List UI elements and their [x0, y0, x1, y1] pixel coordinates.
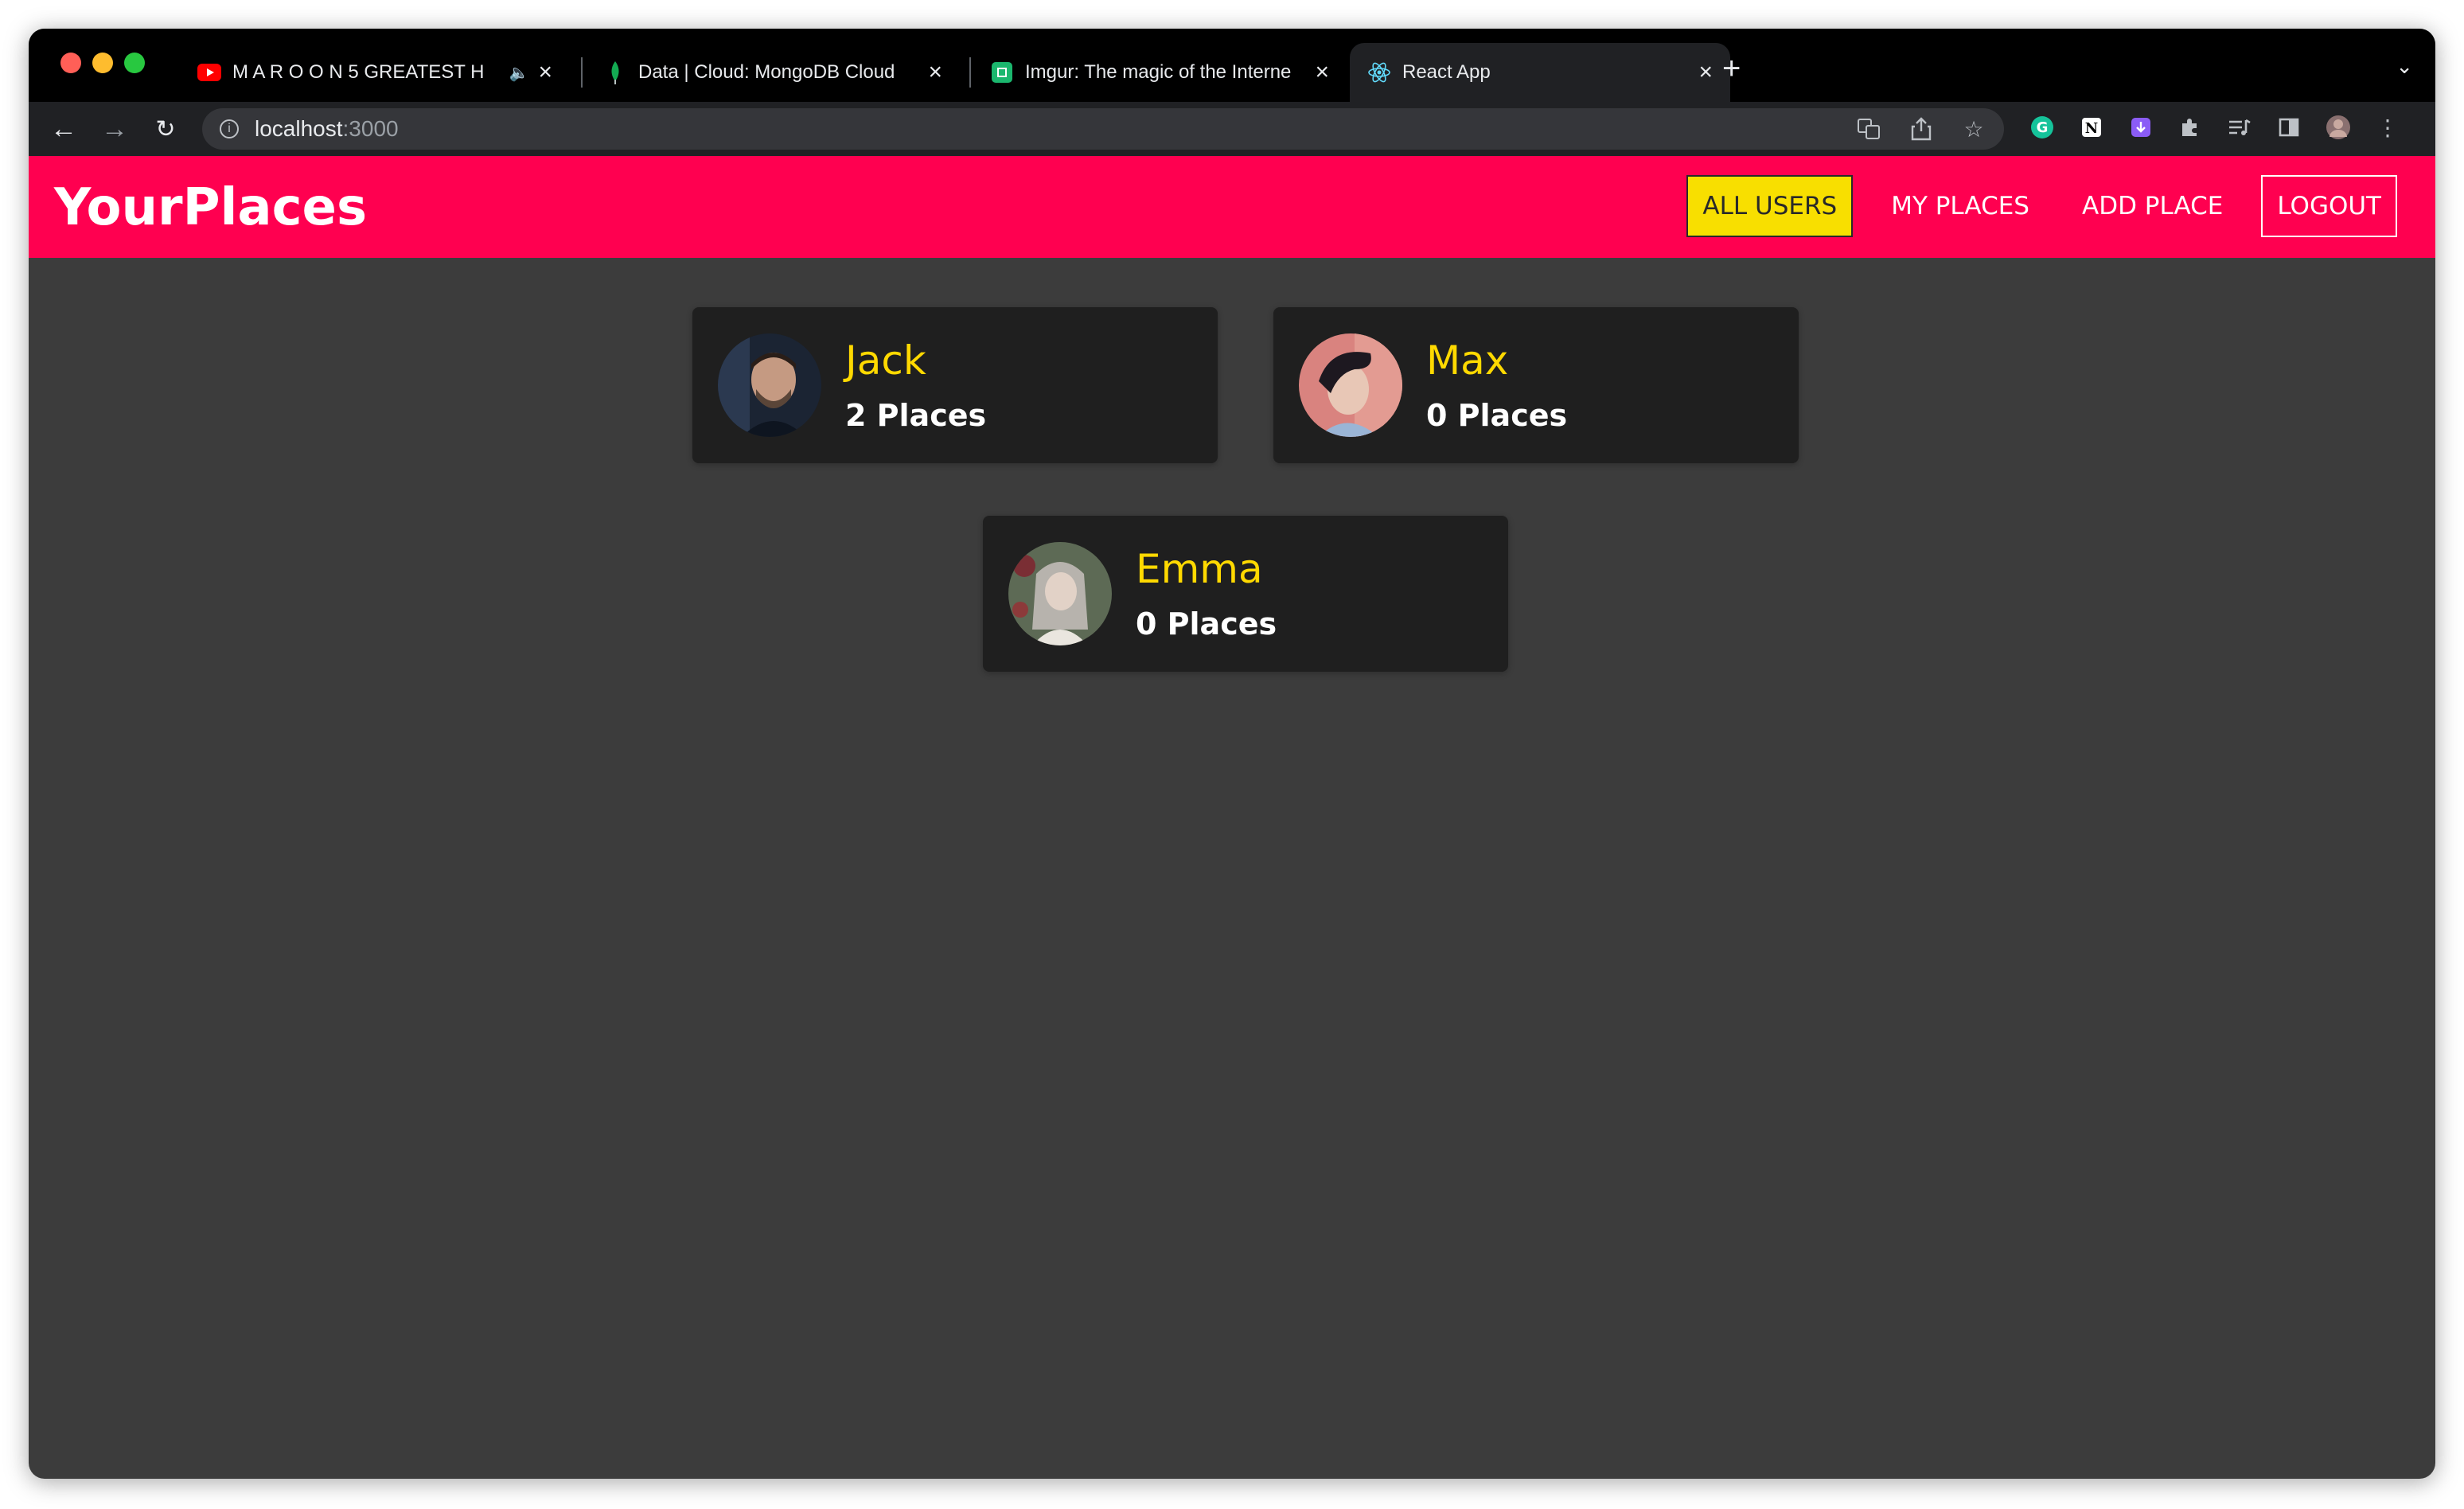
- svg-text:G: G: [2037, 119, 2049, 136]
- speaker-icon[interactable]: 🔈: [509, 63, 529, 83]
- nav-add-place[interactable]: ADD PLACE: [2068, 175, 2237, 237]
- close-icon[interactable]: ×: [1315, 59, 1329, 86]
- new-tab-plus-icon[interactable]: +: [1722, 51, 1741, 86]
- maximize-window-button[interactable]: [124, 53, 145, 73]
- profile-avatar-icon[interactable]: [2322, 111, 2354, 143]
- user-place-count: 2 Places: [845, 398, 987, 433]
- tab-mongodb[interactable]: Data | Cloud: MongoDB Cloud ×: [586, 43, 960, 102]
- user-card-max[interactable]: Max 0 Places: [1273, 307, 1799, 463]
- user-info: Max 0 Places: [1426, 337, 1567, 433]
- user-card-emma[interactable]: Emma 0 Places: [983, 516, 1508, 672]
- tab-separator: [969, 57, 971, 88]
- tab-youtube[interactable]: M A R O O N 5 GREATEST H 🔈 ×: [180, 43, 570, 102]
- address-bar[interactable]: i localhost:3000 ☆: [202, 108, 2004, 150]
- app-header: YourPlaces ALL USERS MY PLACES ADD PLACE…: [29, 156, 2435, 258]
- tab-strip: M A R O O N 5 GREATEST H 🔈 × Data | Clou…: [29, 29, 2435, 102]
- imgur-icon: [990, 60, 1014, 84]
- close-icon[interactable]: ×: [538, 59, 552, 86]
- url-port: :3000: [342, 116, 399, 141]
- tab-search-chevron-icon[interactable]: ⌄: [2396, 54, 2413, 79]
- back-arrow-icon[interactable]: ←: [46, 111, 81, 146]
- reading-list-icon[interactable]: [2224, 111, 2255, 143]
- svg-text:N: N: [2085, 120, 2098, 137]
- main-navigation: ALL USERS MY PLACES ADD PLACE LOGOUT: [1663, 175, 2397, 237]
- tab-separator: [581, 57, 583, 88]
- browser-toolbar: ← → ↻ i localhost:3000 ☆ G N ⋮: [29, 102, 2435, 156]
- notion-icon[interactable]: N: [2076, 111, 2107, 143]
- user-name: Max: [1426, 337, 1509, 384]
- tab-title: Imgur: The magic of the Interne: [1025, 61, 1292, 83]
- tab-title: Data | Cloud: MongoDB Cloud: [638, 61, 895, 83]
- close-window-button[interactable]: [60, 53, 81, 73]
- user-info: Jack 2 Places: [845, 337, 986, 433]
- app-logo[interactable]: YourPlaces: [54, 178, 367, 237]
- puzzle-extensions-icon[interactable]: [2174, 111, 2206, 143]
- translate-icon[interactable]: [1853, 113, 1885, 145]
- avatar: [1299, 333, 1402, 437]
- user-card-jack[interactable]: Jack 2 Places: [692, 307, 1218, 463]
- forward-arrow-icon[interactable]: →: [97, 111, 132, 146]
- avatar: [1008, 542, 1112, 645]
- close-icon[interactable]: ×: [928, 59, 942, 86]
- browser-window: M A R O O N 5 GREATEST H 🔈 × Data | Clou…: [29, 29, 2435, 1479]
- download-extension-icon[interactable]: [2125, 111, 2157, 143]
- url-text[interactable]: localhost:3000: [255, 116, 399, 142]
- user-place-count: 0 Places: [1136, 606, 1277, 641]
- logout-button[interactable]: LOGOUT: [2261, 175, 2397, 237]
- user-name: Emma: [1136, 546, 1263, 592]
- bookmark-star-icon[interactable]: ☆: [1958, 113, 1990, 145]
- extensions-bar: G N ⋮: [2026, 111, 2404, 143]
- tab-imgur[interactable]: Imgur: The magic of the Interne ×: [973, 43, 1347, 102]
- close-icon[interactable]: ×: [1698, 59, 1713, 86]
- user-place-count: 0 Places: [1426, 398, 1568, 433]
- tab-title: React App: [1402, 61, 1491, 83]
- react-icon: [1367, 60, 1391, 84]
- tab-title: M A R O O N 5 GREATEST H: [232, 61, 485, 83]
- minimize-window-button[interactable]: [92, 53, 113, 73]
- user-info: Emma 0 Places: [1136, 546, 1277, 641]
- reload-icon[interactable]: ↻: [148, 111, 183, 146]
- avatar: [718, 333, 821, 437]
- url-host: localhost: [255, 116, 343, 141]
- user-name: Jack: [845, 337, 926, 384]
- tab-react-app[interactable]: React App ×: [1350, 43, 1730, 102]
- share-icon[interactable]: [1905, 113, 1937, 145]
- nav-all-users[interactable]: ALL USERS: [1686, 175, 1854, 237]
- side-panel-icon[interactable]: [2273, 111, 2305, 143]
- grammarly-icon[interactable]: G: [2026, 111, 2058, 143]
- nav-my-places[interactable]: MY PLACES: [1877, 175, 2044, 237]
- mongodb-leaf-icon: [603, 60, 627, 84]
- youtube-icon: [197, 60, 221, 84]
- site-info-icon[interactable]: i: [220, 119, 239, 138]
- browser-menu-kebab-icon[interactable]: ⋮: [2372, 111, 2404, 143]
